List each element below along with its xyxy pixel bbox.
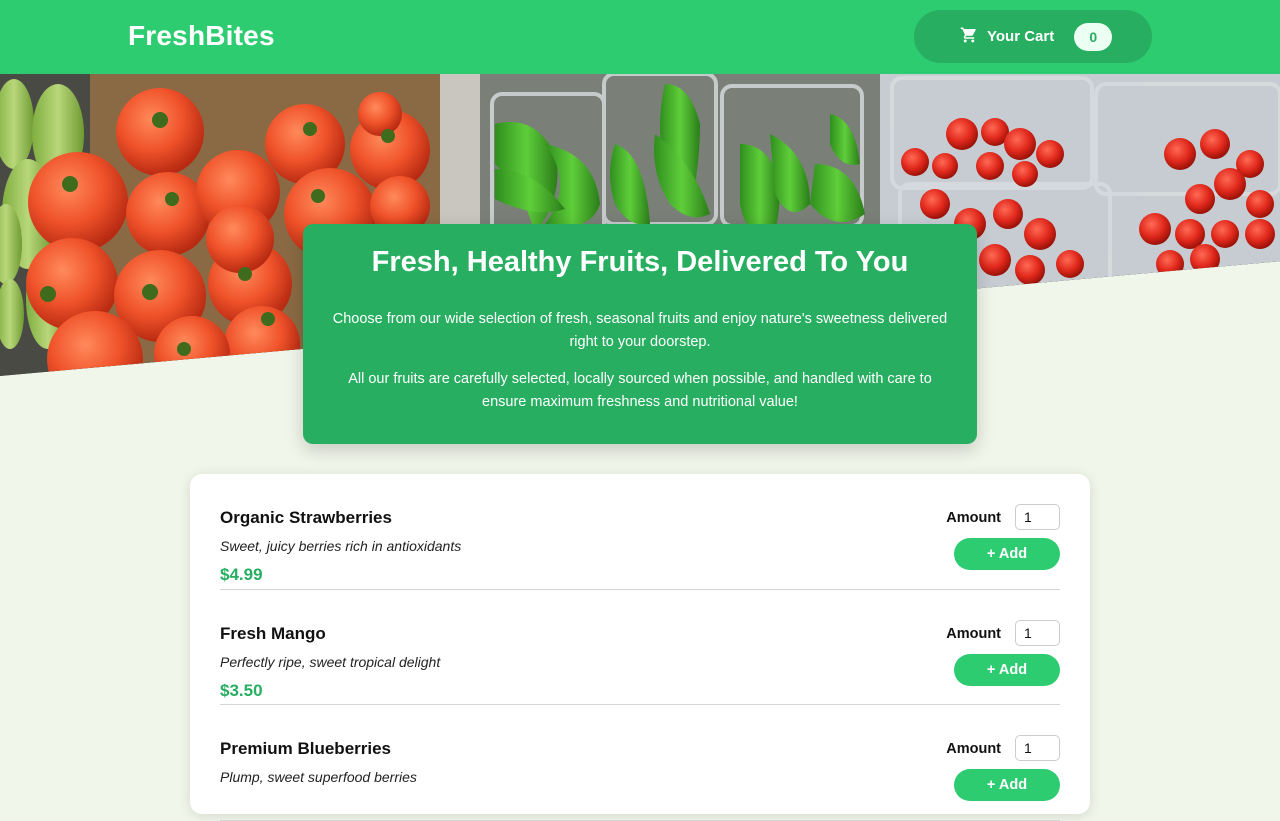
cart-count-badge: 0 xyxy=(1074,22,1113,51)
site-header: FreshBites Your Cart 0 xyxy=(0,0,1280,74)
add-button[interactable]: + Add xyxy=(954,769,1060,801)
amount-label: Amount xyxy=(946,741,1001,757)
hero-title: Fresh, Healthy Fruits, Delivered To You xyxy=(371,246,909,278)
product-item: Premium Blueberries Plump, sweet superfo… xyxy=(220,705,1060,821)
product-price: $3.50 xyxy=(220,680,263,700)
amount-input[interactable] xyxy=(1015,735,1060,761)
product-name: Fresh Mango xyxy=(220,623,326,643)
product-item: Organic Strawberries Sweet, juicy berrie… xyxy=(220,474,1060,590)
amount-label: Amount xyxy=(946,510,1001,526)
amount-input[interactable] xyxy=(1015,504,1060,530)
product-name: Organic Strawberries xyxy=(220,508,392,527)
cart-icon xyxy=(960,27,976,43)
cart-button[interactable]: Your Cart 0 xyxy=(914,10,1152,63)
amount-label: Amount xyxy=(946,625,1001,642)
hero-paragraph-2: All our fruits are carefully selected, l… xyxy=(348,371,932,410)
hero-card: Fresh, Healthy Fruits, Delivered To You … xyxy=(303,224,977,444)
brand-logo[interactable]: FreshBites xyxy=(128,20,275,52)
product-price: $4.99 xyxy=(220,565,263,584)
amount-input[interactable] xyxy=(1015,619,1060,646)
cart-label: Your Cart xyxy=(987,28,1055,45)
hero-paragraph-1: Choose from our wide selection of fresh,… xyxy=(332,311,948,350)
product-list: Organic Strawberries Sweet, juicy berrie… xyxy=(190,474,1090,821)
product-item: Fresh Mango Perfectly ripe, sweet tropic… xyxy=(220,590,1060,705)
add-button[interactable]: + Add xyxy=(954,653,1060,686)
product-description: Plump, sweet superfood berries xyxy=(220,769,417,785)
product-name: Premium Blueberries xyxy=(220,739,392,758)
product-description: Sweet, juicy berries rich in antioxidant… xyxy=(220,538,462,554)
product-description: Perfectly ripe, sweet tropical delight xyxy=(220,653,441,670)
add-button[interactable]: + Add xyxy=(954,538,1060,570)
